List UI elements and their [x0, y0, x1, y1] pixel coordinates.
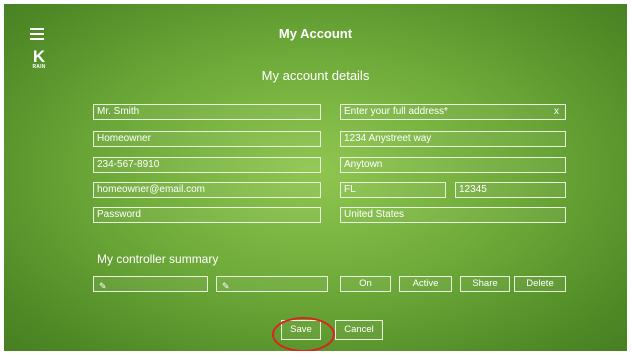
pencil-icon: ✎: [222, 281, 230, 291]
controller-summary-heading: My controller summary: [97, 252, 219, 266]
k-rain-logo-icon: K RAIN: [32, 47, 46, 70]
city-field[interactable]: Anytown: [340, 157, 566, 173]
active-button[interactable]: Active: [399, 276, 452, 292]
phone-field[interactable]: 234-567-8910: [93, 157, 321, 173]
state-field[interactable]: FL: [340, 182, 446, 198]
share-button[interactable]: Share: [460, 276, 510, 292]
address-input[interactable]: Enter your full address* x: [340, 104, 566, 120]
controller-name-field[interactable]: ✎: [93, 276, 208, 292]
account-screen: K RAIN My Account My account details Mr.…: [4, 4, 627, 351]
name-field[interactable]: Mr. Smith: [93, 104, 321, 120]
pencil-icon: ✎: [99, 281, 107, 291]
password-field[interactable]: Password: [93, 207, 321, 223]
logo-letter: K: [32, 47, 46, 66]
street-field[interactable]: 1234 Anystreet way: [340, 131, 566, 147]
page-title: My Account: [278, 26, 353, 41]
cancel-button[interactable]: Cancel: [335, 320, 383, 340]
delete-button[interactable]: Delete: [514, 276, 566, 292]
address-placeholder: Enter your full address*: [344, 106, 448, 117]
controller-location-field[interactable]: ✎: [216, 276, 328, 292]
country-field[interactable]: United States: [340, 207, 566, 223]
clear-address-button[interactable]: x: [554, 105, 559, 119]
role-field[interactable]: Homeowner: [93, 131, 321, 147]
on-button[interactable]: On: [340, 276, 391, 292]
save-highlight-ring: [272, 317, 335, 351]
email-field[interactable]: homeowner@email.com: [93, 182, 321, 198]
section-subtitle: My account details: [261, 68, 370, 83]
zip-field[interactable]: 12345: [455, 182, 566, 198]
